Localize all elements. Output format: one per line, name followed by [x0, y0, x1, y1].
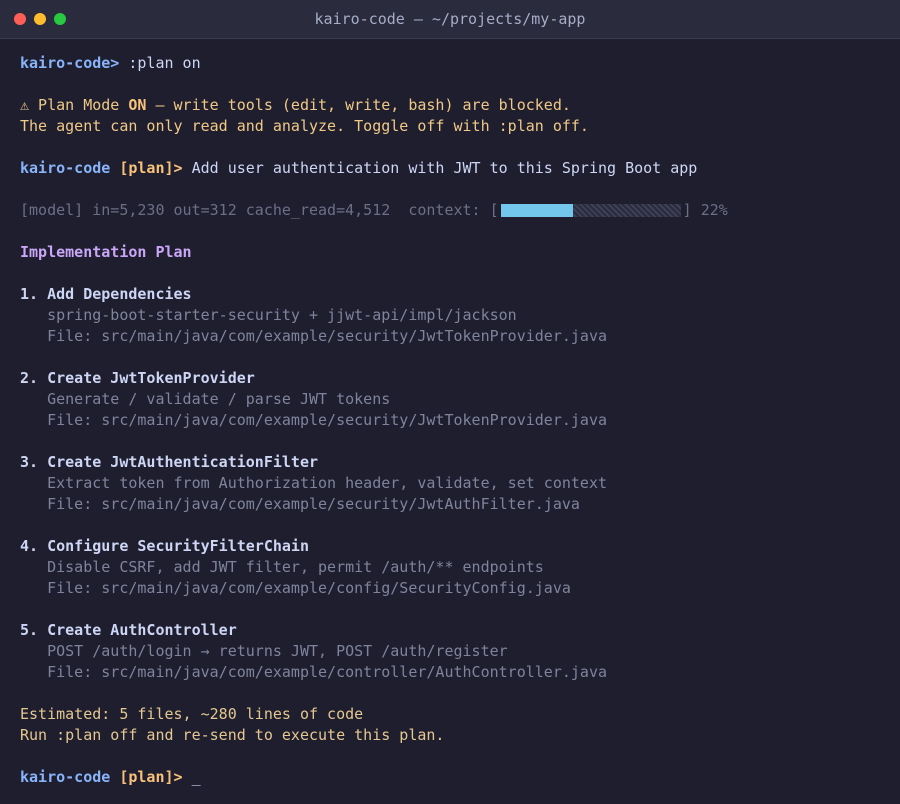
step-title: 2. Create JwtTokenProvider: [20, 369, 255, 387]
step-file: File: src/main/java/com/example/config/S…: [20, 579, 571, 597]
user-request: Add user authentication with JWT to this…: [191, 159, 698, 177]
prompt: kairo-code: [20, 159, 111, 177]
step-title: 3. Create JwtAuthenticationFilter: [20, 453, 319, 471]
command-line: kairo-code> :plan on: [20, 53, 880, 74]
step-description: Generate / validate / parse JWT tokens: [20, 390, 391, 408]
text-cursor[interactable]: _: [192, 768, 201, 786]
context-usage-bar: [500, 204, 681, 217]
warning-text: Plan Mode: [29, 96, 129, 114]
terminal-window: kairo-code — ~/projects/my-app kairo-cod…: [0, 0, 900, 788]
plan-step: 2. Create JwtTokenProvider Generate / va…: [20, 368, 880, 431]
plan-mode-warning: ⚠ Plan Mode ON — write tools (edit, writ…: [20, 95, 880, 116]
prompt: kairo-code>: [20, 54, 120, 72]
plan-estimate: Estimated: 5 files, ~280 lines of code: [20, 705, 364, 723]
step-description: Disable CSRF, add JWT filter, permit /au…: [20, 558, 544, 576]
model-stats: [model] in=5,230 out=312 cache_read=4,51…: [20, 200, 880, 221]
mode-indicator: [plan]>: [119, 768, 183, 786]
step-title: 1. Add Dependencies: [20, 285, 192, 303]
step-title: 5. Create AuthController: [20, 621, 237, 639]
step-file: File: src/main/java/com/example/security…: [20, 411, 607, 429]
input-line[interactable]: kairo-code [plan]> _: [20, 767, 880, 788]
plan-step: 3. Create JwtAuthenticationFilter Extrac…: [20, 452, 880, 515]
plan-step: 5. Create AuthController POST /auth/logi…: [20, 620, 880, 683]
window-title: kairo-code — ~/projects/my-app: [314, 10, 586, 28]
title-bar: kairo-code — ~/projects/my-app: [0, 0, 900, 39]
warning-text-rest: — write tools (edit, write, bash) are bl…: [146, 96, 571, 114]
plan-heading: Implementation Plan: [20, 243, 192, 261]
terminal-output[interactable]: kairo-code> :plan on ⚠ Plan Mode ON — wr…: [0, 39, 900, 788]
token-stats: [model] in=5,230 out=312 cache_read=4,51…: [20, 201, 499, 219]
context-usage-fill: [500, 204, 573, 217]
command-text: :plan on: [119, 54, 201, 72]
command-line: kairo-code [plan]> Add user authenticati…: [20, 158, 880, 179]
warning-icon: ⚠: [20, 96, 30, 114]
mode-state: ON: [128, 96, 147, 114]
prompt: kairo-code: [20, 768, 111, 786]
step-file: File: src/main/java/com/example/security…: [20, 495, 580, 513]
mode-indicator: [plan]>: [119, 159, 183, 177]
plan-step: 4. Configure SecurityFilterChain Disable…: [20, 536, 880, 599]
step-file: File: src/main/java/com/example/security…: [20, 327, 607, 345]
plan-instruction: Run :plan off and re-send to execute thi…: [20, 726, 445, 744]
step-description: Extract token from Authorization header,…: [20, 474, 607, 492]
step-title: 4. Configure SecurityFilterChain: [20, 537, 309, 555]
step-file: File: src/main/java/com/example/controll…: [20, 663, 607, 681]
step-description: POST /auth/login → returns JWT, POST /au…: [20, 642, 508, 660]
step-description: spring-boot-starter-security + jjwt-api/…: [20, 306, 517, 324]
plan-mode-info: The agent can only read and analyze. Tog…: [20, 117, 589, 135]
context-percent: ] 22%: [682, 201, 728, 219]
plan-step: 1. Add Dependencies spring-boot-starter-…: [20, 284, 880, 347]
